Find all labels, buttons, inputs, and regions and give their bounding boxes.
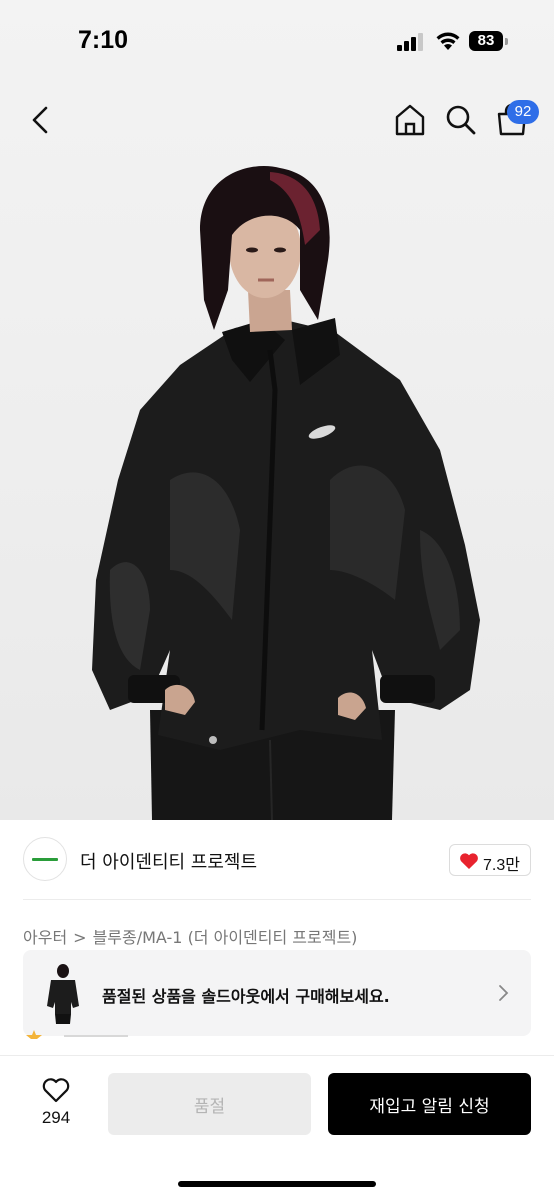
back-icon[interactable] [26,104,56,136]
battery-level: 83 [477,32,495,49]
product-image-area[interactable]: 7:10 83 92 [0,0,554,820]
heart-icon [460,853,478,869]
breadcrumb-category[interactable]: 아우터 [23,928,67,947]
battery-icon: 83 [469,31,503,51]
breadcrumb-subcategory[interactable]: 블루종/MA-1 (더 아이덴티티 프로젝트) [93,928,358,947]
status-time: 7:10 [78,26,129,54]
home-icon[interactable] [392,102,428,138]
promo-text: 품절된 상품을 솔드아웃에서 구매해보세요. [102,987,390,1006]
breadcrumb-separator: > [73,928,87,947]
brand-like-button[interactable]: 7.3만 [449,844,531,876]
status-bar: 7:10 83 [0,0,554,84]
breadcrumb: 아우터 > 블루종/MA-1 (더 아이덴티티 프로젝트) [23,924,357,948]
soldout-button[interactable]: 품절 [108,1073,311,1135]
battery-cap [505,38,508,45]
cellular-signal-icon [397,33,423,51]
cart-count-badge: 92 [507,100,539,124]
wifi-icon [436,32,460,50]
restock-alert-button[interactable]: 재입고 알림 신청 [328,1073,531,1135]
heart-outline-icon[interactable] [42,1077,70,1103]
soldout-promo-banner[interactable]: 품절된 상품을 솔드아웃에서 구매해보세요. [23,950,531,1036]
brand-logo[interactable] [23,837,67,881]
divider [23,899,531,900]
star-icon [26,1030,42,1039]
search-icon[interactable] [443,102,479,138]
divider-peek [64,1035,128,1037]
brand-like-count: 7.3만 [483,857,520,874]
promo-thumbnail [45,962,81,1024]
chevron-right-icon [499,985,509,1001]
wish-count: 294 [41,1108,71,1127]
home-indicator [178,1181,376,1187]
product-photo [92,165,480,820]
brand-name[interactable]: 더 아이덴티티 프로젝트 [80,848,257,874]
brand-logo-mark [32,858,58,861]
